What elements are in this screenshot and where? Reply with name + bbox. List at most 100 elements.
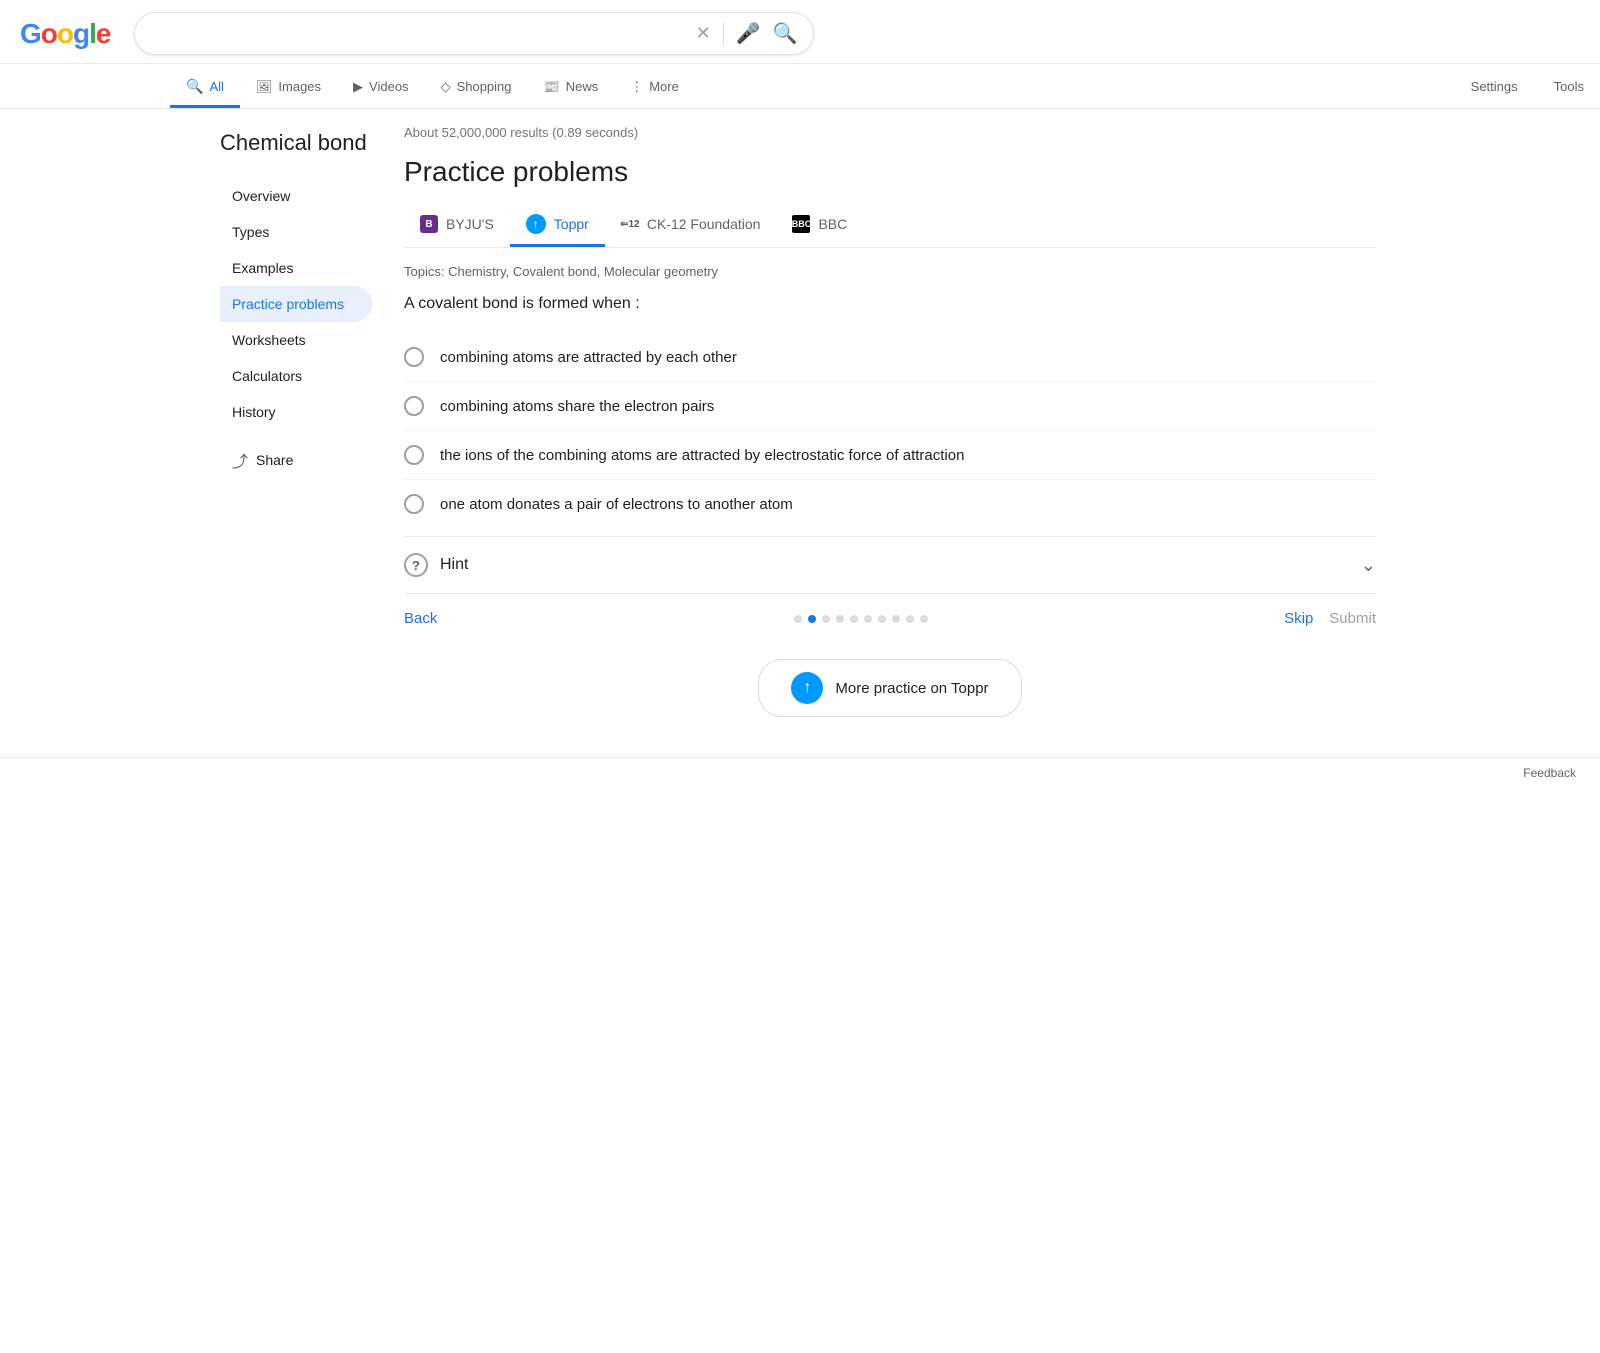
source-tab-byjus[interactable]: B BYJU'S	[404, 205, 510, 246]
search-bar-icons: ✕ 🎤 🔍	[696, 21, 798, 46]
tab-more[interactable]: ⋮ More	[614, 69, 695, 108]
sidebar-nav: Overview Types Examples Practice problem…	[220, 178, 380, 430]
share-button[interactable]: ⤴ Share	[220, 438, 380, 482]
tab-videos[interactable]: ▶ Videos	[337, 69, 425, 108]
mic-icon[interactable]: 🎤	[736, 21, 761, 46]
feedback-button[interactable]: Feedback	[1523, 766, 1576, 780]
ck12-icon: ⇐12	[621, 215, 639, 233]
divider	[723, 22, 724, 46]
tab-images[interactable]: 🖼 Images	[240, 69, 337, 108]
tab-news-label: News	[566, 79, 599, 94]
option-1-text: combining atoms are attracted by each ot…	[440, 349, 737, 366]
sidebar-item-history[interactable]: History	[220, 394, 372, 430]
tab-shopping[interactable]: ◇ Shopping	[425, 69, 528, 108]
sidebar-title: Chemical bond	[220, 129, 380, 158]
byjus-label: BYJU'S	[446, 216, 494, 232]
option-3[interactable]: the ions of the combining atoms are attr…	[404, 431, 1376, 480]
dot-6	[864, 615, 872, 623]
tab-more-label: More	[649, 79, 679, 94]
tools-button[interactable]: Tools	[1538, 69, 1600, 107]
dot-9	[906, 615, 914, 623]
toppr-label: Toppr	[554, 216, 589, 232]
tools-label: Tools	[1554, 79, 1584, 94]
options-list: combining atoms are attracted by each ot…	[404, 333, 1376, 528]
more-practice-button[interactable]: ↑ More practice on Toppr	[758, 659, 1021, 717]
nav-right: Skip Submit	[1284, 610, 1376, 627]
sidebar-item-types[interactable]: Types	[220, 214, 372, 250]
option-4[interactable]: one atom donates a pair of electrons to …	[404, 480, 1376, 528]
hint-row[interactable]: ? Hint ⌄	[404, 536, 1376, 593]
clear-icon[interactable]: ✕	[696, 23, 711, 44]
option-4-text: one atom donates a pair of electrons to …	[440, 496, 793, 513]
search-bar: chemical bond practice problems ✕ 🎤 🔍	[134, 12, 814, 55]
radio-3[interactable]	[404, 445, 424, 465]
all-icon: 🔍	[186, 78, 203, 95]
nav-bar: Back Skip Submit	[404, 593, 1376, 635]
source-tab-toppr[interactable]: ↑ Toppr	[510, 204, 605, 247]
sidebar-item-worksheets[interactable]: Worksheets	[220, 322, 372, 358]
feedback-area: Feedback	[0, 757, 1600, 788]
dot-4	[836, 615, 844, 623]
tab-shopping-label: Shopping	[457, 79, 512, 94]
sidebar-item-examples[interactable]: Examples	[220, 250, 372, 286]
content-area: About 52,000,000 results (0.89 seconds) …	[380, 109, 1400, 757]
submit-button[interactable]: Submit	[1329, 610, 1376, 627]
dot-7	[878, 615, 886, 623]
source-tabs: B BYJU'S ↑ Toppr ⇐12 CK-12 Foundation BB…	[404, 204, 1376, 248]
option-2[interactable]: combining atoms share the electron pairs	[404, 382, 1376, 431]
option-2-text: combining atoms share the electron pairs	[440, 398, 714, 415]
sidebar-item-practice-problems[interactable]: Practice problems	[220, 286, 372, 322]
question-text: A covalent bond is formed when :	[404, 295, 1376, 313]
radio-4[interactable]	[404, 494, 424, 514]
dot-8	[892, 615, 900, 623]
hint-left: ? Hint	[404, 553, 468, 577]
main-layout: Chemical bond Overview Types Examples Pr…	[200, 109, 1400, 757]
toppr-arrow-icon: ↑	[791, 672, 823, 704]
tab-all-label: All	[209, 79, 223, 94]
radio-2[interactable]	[404, 396, 424, 416]
images-icon: 🖼	[256, 79, 273, 95]
sidebar-item-overview[interactable]: Overview	[220, 178, 372, 214]
chevron-down-icon[interactable]: ⌄	[1361, 555, 1376, 576]
bbc-label: BBC	[818, 216, 847, 232]
skip-button[interactable]: Skip	[1284, 610, 1313, 627]
search-bar-wrapper: chemical bond practice problems ✕ 🎤 🔍	[134, 12, 814, 55]
page-dots	[794, 615, 928, 623]
back-button[interactable]: Back	[404, 610, 437, 627]
search-input[interactable]: chemical bond practice problems	[151, 25, 683, 43]
tab-videos-label: Videos	[369, 79, 409, 94]
section-title: Practice problems	[404, 156, 1376, 188]
header: Google chemical bond practice problems ✕…	[0, 0, 1600, 64]
tab-news[interactable]: 📰 News	[528, 69, 615, 108]
more-practice-wrapper: ↑ More practice on Toppr	[404, 659, 1376, 733]
source-tab-ck12[interactable]: ⇐12 CK-12 Foundation	[605, 205, 777, 246]
bbc-icon: BBC	[792, 215, 810, 233]
byjus-icon: B	[420, 215, 438, 233]
settings-button[interactable]: Settings	[1455, 69, 1534, 107]
results-count: About 52,000,000 results (0.89 seconds)	[404, 125, 1376, 140]
shopping-icon: ◇	[441, 79, 451, 95]
radio-1[interactable]	[404, 347, 424, 367]
dot-2	[808, 615, 816, 623]
more-icon: ⋮	[630, 79, 643, 95]
tab-settings-area: Settings Tools	[1455, 69, 1600, 107]
share-label: Share	[256, 452, 293, 468]
sidebar-item-calculators[interactable]: Calculators	[220, 358, 372, 394]
hint-label: Hint	[440, 556, 468, 574]
videos-icon: ▶	[353, 79, 363, 95]
google-logo: Google	[20, 18, 110, 50]
ck12-label: CK-12 Foundation	[647, 216, 761, 232]
source-tab-bbc[interactable]: BBC BBC	[776, 205, 863, 246]
search-submit-icon[interactable]: 🔍	[773, 21, 798, 46]
sidebar: Chemical bond Overview Types Examples Pr…	[200, 109, 380, 757]
dot-3	[822, 615, 830, 623]
hint-icon: ?	[404, 553, 428, 577]
tab-all[interactable]: 🔍 All	[170, 68, 240, 108]
option-1[interactable]: combining atoms are attracted by each ot…	[404, 333, 1376, 382]
news-icon: 📰	[544, 79, 560, 95]
dot-5	[850, 615, 858, 623]
dot-1	[794, 615, 802, 623]
settings-label: Settings	[1471, 79, 1518, 94]
topics: Topics: Chemistry, Covalent bond, Molecu…	[404, 264, 1376, 279]
more-practice-label: More practice on Toppr	[835, 680, 988, 697]
